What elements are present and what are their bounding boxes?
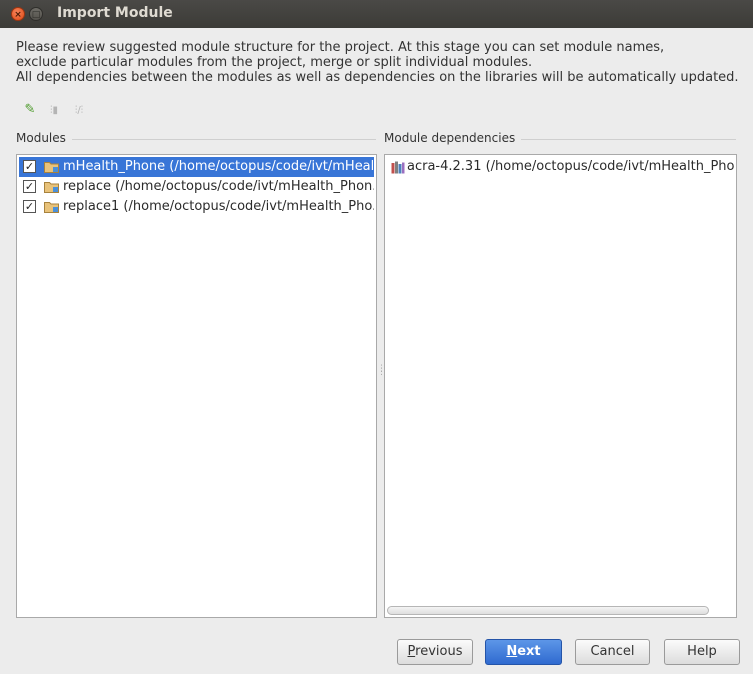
close-window-button[interactable]: × xyxy=(11,7,25,21)
previous-label: revious xyxy=(415,644,463,659)
module-checkbox[interactable]: ✓ xyxy=(23,200,36,213)
module-row[interactable]: ✓ replace (/home/octopus/code/ivt/mHealt… xyxy=(19,177,374,197)
rename-button[interactable]: ✎ xyxy=(22,102,38,118)
maximize-icon: □ xyxy=(31,10,41,20)
module-folder-icon xyxy=(44,162,59,173)
dependency-row[interactable]: acra-4.2.31 (/home/octopus/code/ivt/mHea… xyxy=(387,157,734,177)
help-button[interactable]: Help xyxy=(664,639,740,665)
cancel-button[interactable]: Cancel xyxy=(575,639,650,665)
module-checkbox[interactable]: ✓ xyxy=(23,160,36,173)
split-icon: ⫶/⫶ xyxy=(74,105,84,116)
module-checkbox[interactable]: ✓ xyxy=(23,180,36,193)
merge-button[interactable]: ⫶▮ xyxy=(46,102,62,118)
split-button[interactable]: ⫶/⫶ xyxy=(71,102,87,118)
pencil-icon: ✎ xyxy=(24,102,36,117)
modules-list[interactable]: ✓ mHealth_Phone (/home/octopus/code/ivt/… xyxy=(16,154,377,618)
close-icon: × xyxy=(14,10,22,20)
library-icon xyxy=(391,161,405,174)
dependencies-label: Module dependencies xyxy=(384,131,522,145)
module-folder-icon xyxy=(44,202,59,213)
dependencies-list[interactable]: acra-4.2.31 (/home/octopus/code/ivt/mHea… xyxy=(384,154,737,618)
module-row[interactable]: ✓ mHealth_Phone (/home/octopus/code/ivt/… xyxy=(19,157,374,177)
maximize-window-button[interactable]: □ xyxy=(29,7,43,21)
modules-label: Modules xyxy=(16,131,72,145)
next-mnemonic: N xyxy=(506,644,518,659)
module-row[interactable]: ✓ replace1 (/home/octopus/code/ivt/mHeal… xyxy=(19,197,374,217)
description-line: All dependencies between the modules as … xyxy=(16,70,739,85)
previous-mnemonic: P xyxy=(407,644,416,659)
dependency-name: acra-4.2.31 (/home/octopus/code/ivt/mHea… xyxy=(407,159,734,174)
previous-button[interactable]: Previous xyxy=(397,639,473,665)
description-line: exclude particular modules from the proj… xyxy=(16,55,533,70)
merge-icon: ⫶▮ xyxy=(49,105,58,116)
title-bar: × □ Import Module xyxy=(0,0,753,28)
module-folder-icon xyxy=(44,182,59,193)
module-name: replace1 (/home/octopus/code/ivt/mHealth… xyxy=(63,199,374,214)
window-title: Import Module xyxy=(57,5,173,21)
module-name: replace (/home/octopus/code/ivt/mHealth_… xyxy=(63,179,374,194)
next-label: ext xyxy=(517,644,541,659)
horizontal-scrollbar[interactable] xyxy=(387,606,709,615)
description-line: Please review suggested module structure… xyxy=(16,40,665,55)
module-name: mHealth_Phone (/home/octopus/code/ivt/mH… xyxy=(63,159,374,174)
next-button[interactable]: Next xyxy=(485,639,562,665)
description-text: Please review suggested module structure… xyxy=(16,40,739,85)
splitter-handle[interactable]: ⋮ ⋮ xyxy=(377,365,386,382)
